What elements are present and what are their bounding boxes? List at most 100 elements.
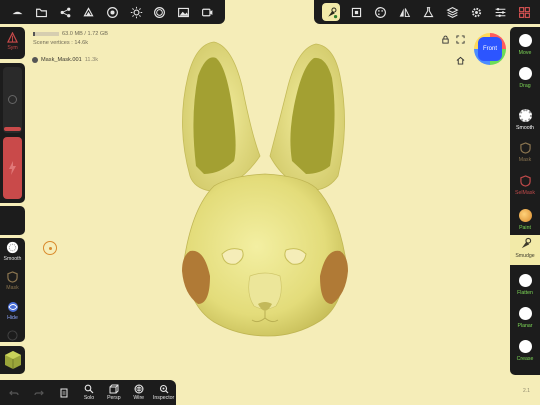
mesh-vertex-count: 11.3k — [84, 57, 99, 63]
top-left-toolbar — [0, 0, 225, 24]
camera-ring-icon[interactable] — [152, 4, 168, 20]
flatten-icon — [518, 274, 532, 287]
view-cube[interactable]: Front — [474, 33, 506, 65]
left-quick-tools: Smooth Mask Hide — [0, 238, 25, 342]
mask-label: Mask — [6, 285, 19, 291]
scene-info: 63.0 MB / 1.72 GB Scene vertices : 14.6k — [33, 30, 108, 47]
tool-selmask[interactable]: SelMask — [510, 173, 540, 202]
right-tool-column: Move Drag Smooth Mask SelMask Paint Smud… — [510, 27, 540, 375]
wire-label: Wire — [133, 395, 145, 401]
grid-icon[interactable] — [516, 4, 532, 20]
left-slider-panel — [0, 63, 25, 203]
vertex-count: Scene vertices : 14.6k — [33, 39, 89, 46]
fullscreen-icon[interactable] — [456, 35, 465, 44]
mesh-name: Mask_Mask.001 — [41, 57, 82, 63]
gear-icon[interactable] — [468, 4, 484, 20]
mesh-visibility-icon[interactable] — [32, 57, 38, 63]
document-button[interactable] — [52, 388, 77, 398]
planar-icon — [518, 307, 532, 320]
solo-label: Solo — [83, 395, 95, 401]
bottom-toolbar: Solo Persp Wire Inspector — [0, 380, 176, 405]
radius-slider-fill — [4, 127, 21, 131]
tool-mask[interactable]: Mask — [510, 140, 540, 169]
symmetry-toggle[interactable]: Sym — [0, 32, 25, 51]
material-cube-icon — [5, 351, 21, 369]
video-icon[interactable] — [199, 4, 215, 20]
tool-drag[interactable]: Drag — [510, 65, 540, 94]
scene-menu-icon[interactable] — [10, 4, 26, 20]
inspector-button[interactable]: Inspector — [151, 384, 176, 401]
inspector-icon — [159, 384, 169, 394]
brush-settings-icon[interactable] — [322, 3, 340, 21]
faded-tool-icon[interactable] — [7, 330, 18, 341]
tool-crease[interactable]: Crease — [510, 338, 540, 367]
memory-text: 63.0 MB / 1.72 GB — [62, 31, 109, 37]
persp-label: Persp — [107, 395, 121, 401]
radius-slider-knob[interactable] — [8, 95, 17, 104]
symmetry-label: Sym — [7, 45, 18, 51]
tool-flatten[interactable]: Flatten — [510, 272, 540, 301]
folder-icon[interactable] — [33, 4, 49, 20]
material-target-icon[interactable] — [104, 4, 120, 20]
smooth-icon — [6, 241, 19, 254]
mesh-row[interactable]: Mask_Mask.001 11.3k — [32, 57, 98, 63]
document-icon — [60, 388, 68, 397]
brush-cursor-icon — [43, 241, 57, 255]
tool-move[interactable]: Move — [510, 32, 540, 61]
quick-mask-button[interactable]: Mask — [0, 271, 25, 291]
search-icon — [84, 384, 94, 394]
top-right-toolbar — [314, 0, 540, 24]
sliders-icon[interactable] — [492, 4, 508, 20]
flask-icon[interactable] — [420, 4, 436, 20]
share-nodes-icon[interactable] — [57, 4, 73, 20]
smooth-brush-icon — [518, 109, 532, 122]
intensity-slider[interactable] — [3, 137, 22, 199]
radius-slider[interactable] — [3, 67, 22, 133]
memory-bar — [33, 32, 59, 37]
perspective-icon — [109, 384, 119, 394]
left-panel-top: Sym — [0, 27, 25, 59]
palette-icon[interactable] — [372, 4, 388, 20]
material-preview-panel[interactable] — [0, 346, 25, 374]
image-icon[interactable] — [175, 4, 191, 20]
view-cube-face[interactable]: Front — [478, 37, 502, 61]
quick-hide-button[interactable]: Hide — [0, 301, 25, 321]
inspector-label: Inspector — [152, 395, 175, 401]
symmetry-icon — [7, 32, 18, 43]
lock-icon[interactable] — [441, 35, 450, 44]
wireframe-icon — [134, 384, 144, 394]
paint-icon — [518, 209, 532, 222]
tool-smooth[interactable]: Smooth — [510, 107, 540, 136]
stack-icon[interactable] — [444, 4, 460, 20]
version-label: 2.1 — [523, 388, 530, 394]
layers-cube-icon[interactable] — [81, 4, 97, 20]
home-icon[interactable] — [456, 56, 465, 65]
quick-smooth-button[interactable]: Smooth — [0, 241, 25, 262]
tool-smudge[interactable]: Smudge — [510, 235, 540, 265]
persp-button[interactable]: Persp — [101, 384, 126, 401]
drag-icon — [518, 67, 532, 80]
left-empty-slot[interactable] — [0, 206, 25, 235]
move-icon — [518, 34, 532, 47]
wire-button[interactable]: Wire — [126, 384, 151, 401]
mask-icon — [519, 142, 531, 154]
hide-icon — [7, 302, 18, 312]
intensity-icon — [9, 161, 16, 175]
solo-button[interactable]: Solo — [77, 384, 102, 401]
undo-icon — [9, 390, 20, 395]
crease-icon — [518, 340, 532, 353]
mask-shield-icon — [7, 271, 18, 283]
smudge-icon — [521, 237, 531, 249]
hide-label: Hide — [7, 315, 18, 321]
tool-planar[interactable]: Planar — [510, 305, 540, 334]
light-icon[interactable] — [128, 4, 144, 20]
redo-button[interactable] — [27, 388, 52, 398]
tool-paint[interactable]: Paint — [510, 207, 540, 236]
undo-button[interactable] — [2, 388, 27, 398]
rabbit-mask-model — [182, 41, 348, 337]
selmask-icon — [519, 175, 531, 187]
topology-icon[interactable] — [348, 4, 364, 20]
redo-icon — [34, 390, 45, 395]
smooth-label: Smooth — [3, 256, 22, 262]
mirror-icon[interactable] — [396, 4, 412, 20]
